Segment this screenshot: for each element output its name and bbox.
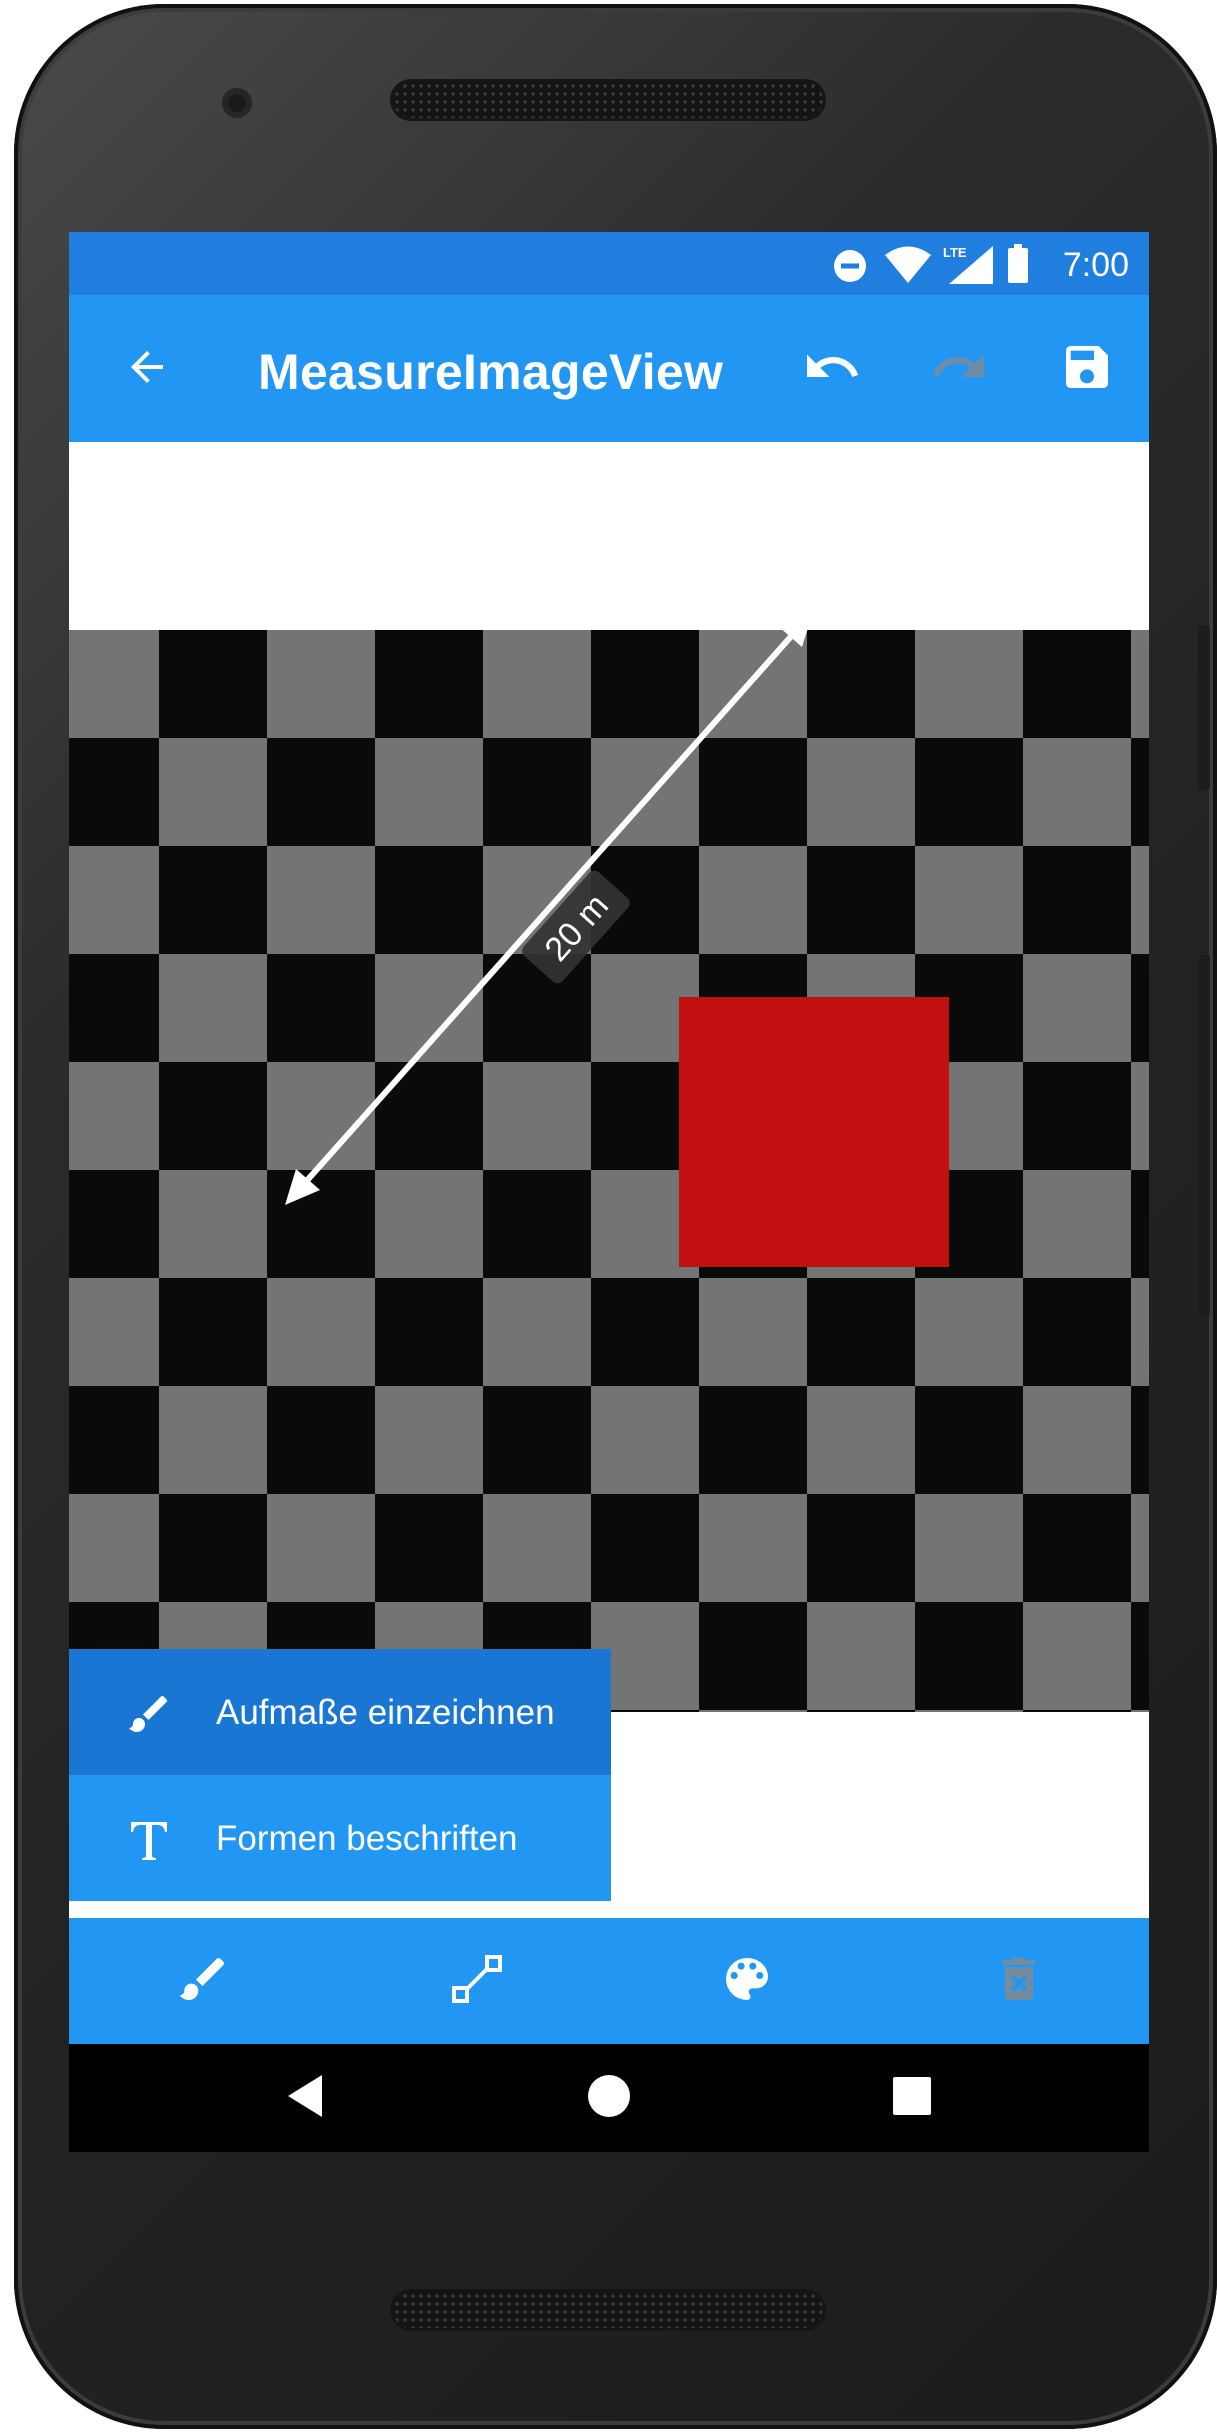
lte-label: LTE: [943, 245, 967, 260]
menu-item-label: Formen beschriften: [216, 1819, 518, 1858]
brush-icon: [175, 1951, 231, 2012]
save-button[interactable]: [1039, 321, 1135, 417]
back-button[interactable]: [99, 321, 195, 417]
measurement-line[interactable]: [285, 612, 813, 1205]
bottom-speaker-grille: [393, 2292, 823, 2328]
redo-button[interactable]: [911, 321, 1007, 417]
undo-button[interactable]: [784, 321, 880, 417]
menu-item-label-shapes[interactable]: Formen beschriften: [69, 1775, 611, 1901]
delete-icon: [991, 1951, 1047, 2012]
nav-home-button[interactable]: [561, 2056, 657, 2140]
system-navigation-bar: [69, 2044, 1149, 2152]
delete-button[interactable]: [971, 1933, 1067, 2029]
redo-icon: [929, 337, 989, 402]
nav-home-icon: [587, 2074, 631, 2123]
phone-screen: LTE 7:00 MeasureImageView 20 m Aufmaße e…: [69, 232, 1149, 2152]
tool-mode-menu: Aufmaße einzeichnen Formen beschriften: [69, 1649, 611, 1901]
line-icon: [449, 1951, 505, 2012]
volume-button: [1198, 955, 1210, 1315]
top-speaker-grille: [393, 82, 823, 118]
lte-signal-icon: LTE: [941, 244, 995, 291]
status-time: 7:00: [1062, 246, 1129, 284]
wifi-icon: [884, 246, 932, 289]
color-palette-button[interactable]: [699, 1933, 795, 2029]
nav-back-icon: [286, 2073, 326, 2124]
arrow-back-icon: [123, 343, 171, 396]
nav-back-button[interactable]: [258, 2056, 354, 2140]
save-icon: [1059, 339, 1115, 400]
nav-recents-icon: [892, 2076, 932, 2121]
nav-recents-button[interactable]: [864, 2056, 960, 2140]
front-camera: [222, 88, 252, 118]
bottom-toolbar: [69, 1918, 1149, 2044]
line-tool-button[interactable]: [429, 1933, 525, 2029]
undo-icon: [802, 337, 862, 402]
power-button: [1198, 625, 1210, 790]
page-title: MeasureImageView: [258, 344, 724, 400]
brush-tool-button[interactable]: [155, 1933, 251, 2029]
brush-icon: [125, 1690, 173, 1743]
palette-icon: [719, 1951, 775, 2012]
menu-item-draw-measurements[interactable]: Aufmaße einzeichnen: [69, 1649, 611, 1775]
text-icon: [125, 1816, 173, 1869]
do-not-disturb-icon: [832, 248, 868, 289]
app-bar: MeasureImageView: [69, 295, 1149, 442]
menu-item-label: Aufmaße einzeichnen: [216, 1693, 555, 1732]
battery-icon: [1007, 244, 1029, 289]
status-bar: LTE 7:00: [69, 232, 1149, 295]
